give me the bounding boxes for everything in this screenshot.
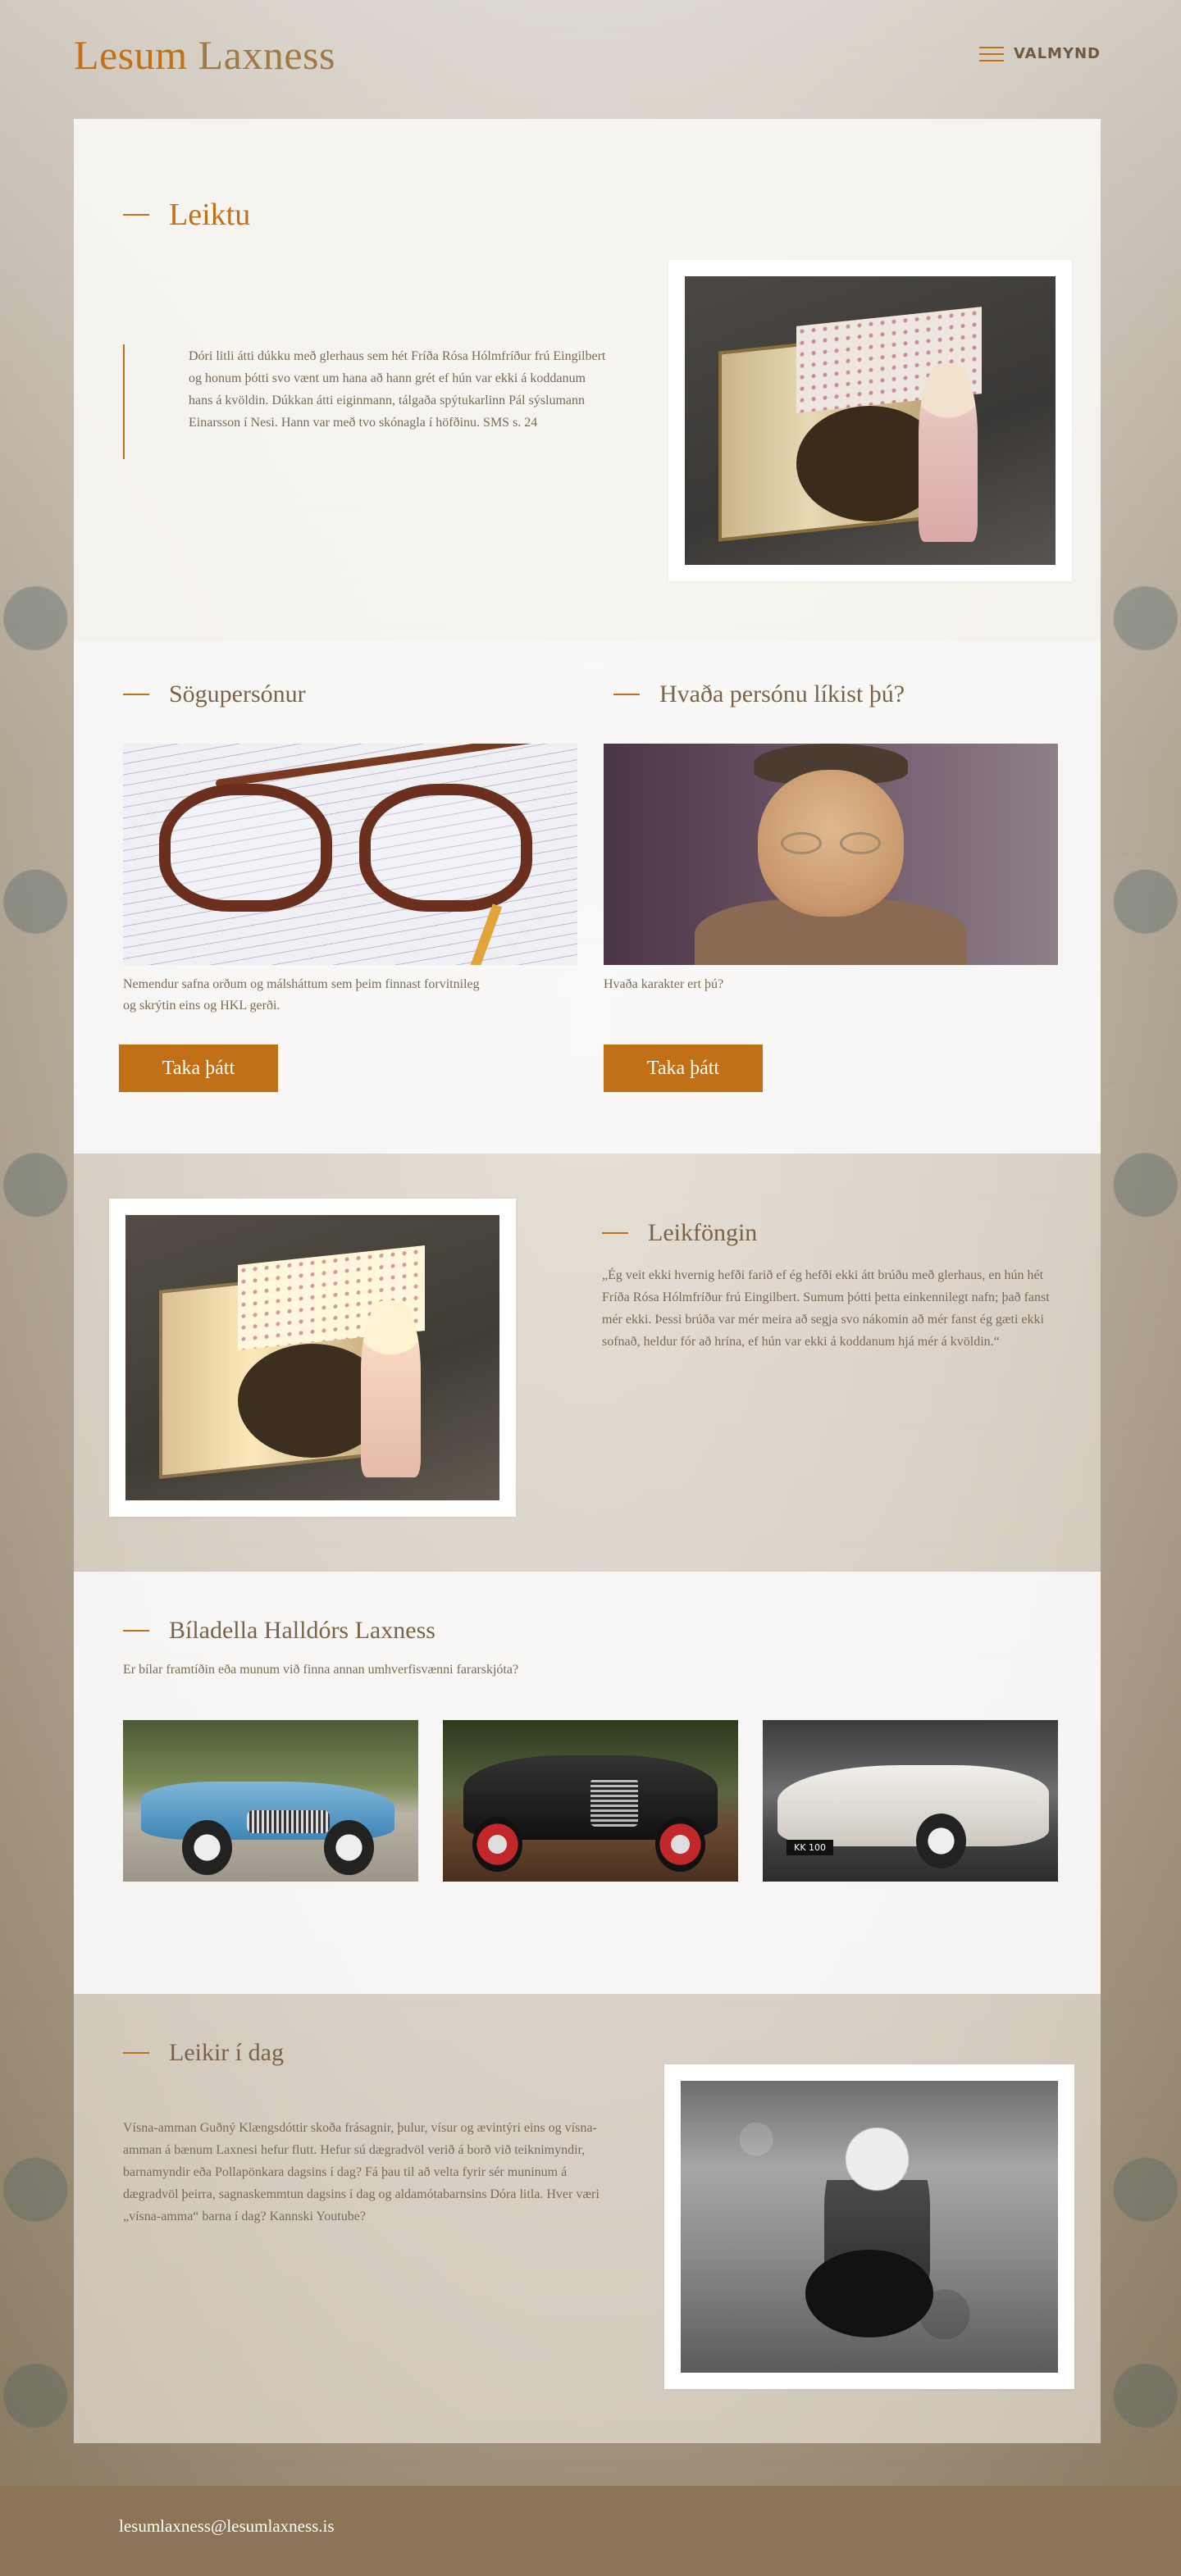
site-header: Lesum Laxness VALMYND [74, 0, 1101, 115]
doll-in-box-image [125, 1215, 499, 1500]
site-footer: lesumlaxness@lesumlaxness.is [0, 2486, 1181, 2576]
heading-dash [123, 1630, 149, 1632]
menu-button[interactable]: VALMYND [978, 45, 1101, 62]
hvada-persona-heading: Hvaða persónu líkist þú? [613, 680, 905, 708]
heading-dash [602, 1232, 628, 1234]
sogupersonur-text: Nemendur safna orðum og málsháttum sem þ… [123, 977, 480, 1013]
leikfongin-heading: Leikföngin [602, 1219, 757, 1247]
black-car-image[interactable] [443, 1720, 738, 1882]
doll-in-box-image [685, 276, 1056, 565]
biladella-subtitle: Er bílar framtíðin eða munum við finna a… [123, 1663, 519, 1677]
leikfongin-image-frame [109, 1199, 516, 1517]
heading-dash [123, 214, 149, 216]
quote-bar [123, 344, 125, 459]
glasses-image [123, 744, 577, 965]
hamburger-icon [978, 46, 1004, 62]
hvada-persona-title: Hvaða persónu líkist þú? [659, 680, 905, 708]
menu-label: VALMYND [1013, 45, 1101, 62]
logo-second-word: Laxness [198, 32, 335, 78]
biladella-title: Bíladella Halldórs Laxness [169, 1617, 435, 1644]
child-with-cat-photo [681, 2081, 1058, 2373]
heading-dash [613, 694, 640, 695]
section-leiktu: Leiktu Dóri litli átti dúkku með glerhau… [74, 119, 1101, 641]
leikir-text: Vísna-amman Guðný Klængsdóttir skoða frá… [123, 2121, 600, 2223]
white-car-image[interactable]: KK 100 [763, 1720, 1058, 1882]
leiktu-image-frame [668, 260, 1072, 581]
leiktu-text: Dóri litli átti dúkku með glerhaus sem h… [189, 349, 606, 430]
site-logo[interactable]: Lesum Laxness [74, 31, 335, 79]
section-leikfongin: Leikföngin „Ég veit ekki hvernig hefði f… [74, 1154, 1101, 1572]
logo-first-word: Lesum [74, 32, 188, 78]
section-leikir: Leikir í dag Vísna-amman Guðný Klængsdót… [74, 1994, 1101, 2443]
section-biladella: Bíladella Halldórs Laxness Er bílar fram… [74, 1572, 1101, 1994]
biladella-heading: Bíladella Halldórs Laxness [123, 1617, 435, 1645]
leikfongin-text: „Ég veit ekki hvernig hefði farið ef ég … [602, 1268, 1050, 1349]
leiktu-heading: Leiktu [123, 197, 250, 233]
leikir-image-frame [664, 2064, 1074, 2389]
license-plate: KK 100 [786, 1839, 834, 1856]
leiktu-title: Leiktu [169, 198, 251, 232]
heading-dash [123, 2052, 149, 2054]
blue-car-image[interactable] [123, 1720, 418, 1882]
hvada-persona-text: Hvaða karakter ert þú? [604, 977, 724, 991]
section-characters: Sögupersónur Nemendur safna orðum og mál… [74, 641, 1101, 1154]
leikir-heading: Leikir í dag [123, 2039, 284, 2067]
footer-email-link[interactable]: lesumlaxness@lesumlaxness.is [119, 2516, 335, 2537]
heading-dash [123, 694, 149, 695]
hvada-persona-join-button[interactable]: Taka þátt [604, 1045, 763, 1092]
leikir-title: Leikir í dag [169, 2039, 284, 2066]
puppet-image [604, 744, 1058, 965]
sogupersonur-heading: Sögupersónur [123, 680, 306, 708]
sogupersonur-title: Sögupersónur [169, 680, 306, 708]
sogupersonur-join-button[interactable]: Taka þátt [119, 1045, 278, 1092]
leikfongin-title: Leikföngin [648, 1219, 758, 1246]
